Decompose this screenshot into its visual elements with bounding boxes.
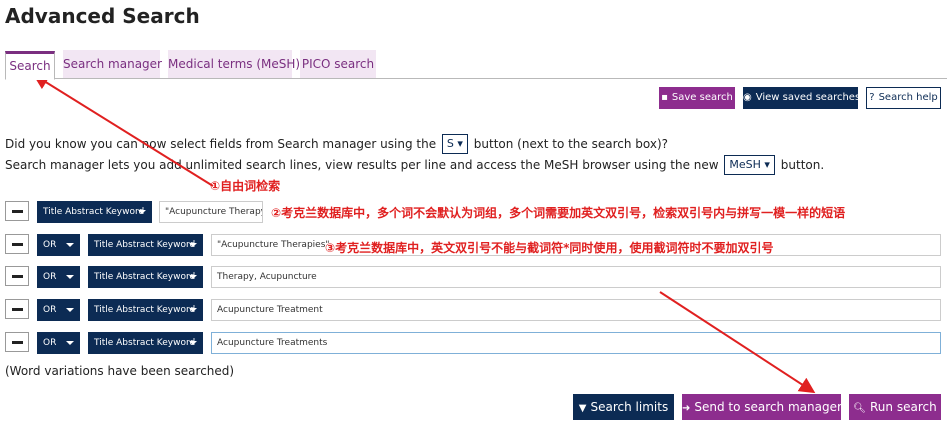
help-icon: ?: [869, 92, 875, 103]
tab-divider: [5, 78, 947, 79]
save-icon: ▪: [661, 92, 668, 103]
caret-down-icon: [189, 341, 197, 345]
remove-line-button[interactable]: [5, 266, 29, 286]
caret-down-icon: [138, 210, 146, 214]
caret-down-icon: [66, 243, 74, 247]
field-select[interactable]: Title Abstract Keyword: [88, 332, 203, 354]
caret-down-icon: [189, 243, 197, 247]
search-help-button[interactable]: ? Search help: [866, 87, 941, 109]
search-help-label: Search help: [878, 92, 938, 103]
run-search-label: Run search: [870, 400, 937, 414]
info-line-1-text: Did you know you can now select fields f…: [5, 137, 437, 151]
filter-icon: ▼: [578, 403, 587, 414]
field-select-label: Title Abstract Keyword: [94, 305, 196, 315]
info-line-2-text: Search manager lets you add unlimited se…: [5, 158, 719, 172]
operator-select[interactable]: OR: [37, 266, 80, 288]
caret-down-icon: [66, 308, 74, 312]
caret-down-icon: [189, 275, 197, 279]
save-search-label: Save search: [671, 92, 733, 103]
send-label: Send to search manager: [694, 400, 842, 414]
word-variations-note: (Word variations have been searched): [5, 364, 235, 378]
tab-search-manager[interactable]: Search manager: [63, 50, 162, 78]
field-select-label: Title Abstract Keyword: [43, 207, 145, 217]
info-line-2: Search manager lets you add unlimited se…: [5, 155, 824, 175]
caret-down-icon: ▾: [457, 137, 463, 150]
field-select[interactable]: Title Abstract Keyword: [88, 266, 203, 288]
remove-line-button[interactable]: [5, 299, 29, 319]
arrow-right-icon: ➜: [682, 403, 691, 414]
query-input[interactable]: Therapy, Acupuncture: [211, 266, 941, 288]
operator-label: OR: [43, 338, 57, 348]
query-input[interactable]: Acupuncture Treatments: [211, 332, 941, 354]
annotation-2: ②考克兰数据库中，多个词不会默认为词组，多个词需要加英文双引号，检索双引号内与拼…: [271, 206, 846, 220]
info-line-1-end: button (next to the search box)?: [473, 137, 669, 151]
remove-line-button[interactable]: [5, 234, 29, 254]
info-line-2-end: button.: [780, 158, 825, 172]
caret-down-icon: [66, 341, 74, 345]
field-select-label: Title Abstract Keyword: [94, 240, 196, 250]
query-input[interactable]: Acupuncture Treatment: [211, 299, 941, 321]
operator-label: OR: [43, 240, 57, 250]
save-search-button[interactable]: ▪ Save search: [659, 87, 735, 109]
caret-down-icon: [66, 275, 74, 279]
field-select-label: Title Abstract Keyword: [94, 338, 196, 348]
operator-select[interactable]: OR: [37, 332, 80, 354]
field-select[interactable]: Title Abstract Keyword: [88, 234, 203, 256]
caret-down-icon: [189, 308, 197, 312]
search-limits-button[interactable]: ▼ Search limits: [573, 394, 674, 420]
page-title: Advanced Search: [5, 4, 200, 28]
operator-label: OR: [43, 272, 57, 282]
field-select[interactable]: Title Abstract Keyword: [37, 201, 152, 223]
field-select-label: Title Abstract Keyword: [94, 272, 196, 282]
search-limits-label: Search limits: [590, 400, 669, 414]
remove-line-button[interactable]: [5, 332, 29, 352]
tab-search[interactable]: Search: [5, 51, 55, 80]
mesh-button[interactable]: MeSH ▾: [724, 155, 775, 175]
tab-medical-terms[interactable]: Medical terms (MeSH): [168, 50, 300, 78]
tab-pico-search[interactable]: PICO search: [300, 50, 376, 78]
caret-down-icon: ▾: [764, 158, 770, 171]
search-icon: 🔍︎: [853, 403, 866, 414]
mesh-label: MeSH: [729, 158, 761, 171]
view-saved-searches-button[interactable]: ◉ View saved searches: [743, 87, 861, 109]
run-search-button[interactable]: 🔍︎ Run search: [849, 394, 941, 420]
info-line-1: Did you know you can now select fields f…: [5, 134, 668, 154]
eye-icon: ◉: [743, 92, 752, 103]
remove-line-button[interactable]: [5, 201, 29, 221]
select-fields-button[interactable]: S ▾: [441, 134, 468, 154]
operator-select[interactable]: OR: [37, 234, 80, 256]
field-select[interactable]: Title Abstract Keyword: [88, 299, 203, 321]
operator-label: OR: [43, 305, 57, 315]
send-to-search-manager-button[interactable]: ➜ Send to search manager: [682, 394, 842, 420]
annotation-3: ③考克兰数据库中，英文双引号不能与截词符*同时使用，使用截词符时不要加双引号: [325, 241, 774, 255]
query-input[interactable]: "Acupuncture Therapy": [159, 201, 263, 223]
annotation-1: ①自由词检索: [210, 179, 281, 193]
view-saved-label: View saved searches: [755, 92, 861, 103]
operator-select[interactable]: OR: [37, 299, 80, 321]
select-fields-label: S: [446, 137, 454, 150]
